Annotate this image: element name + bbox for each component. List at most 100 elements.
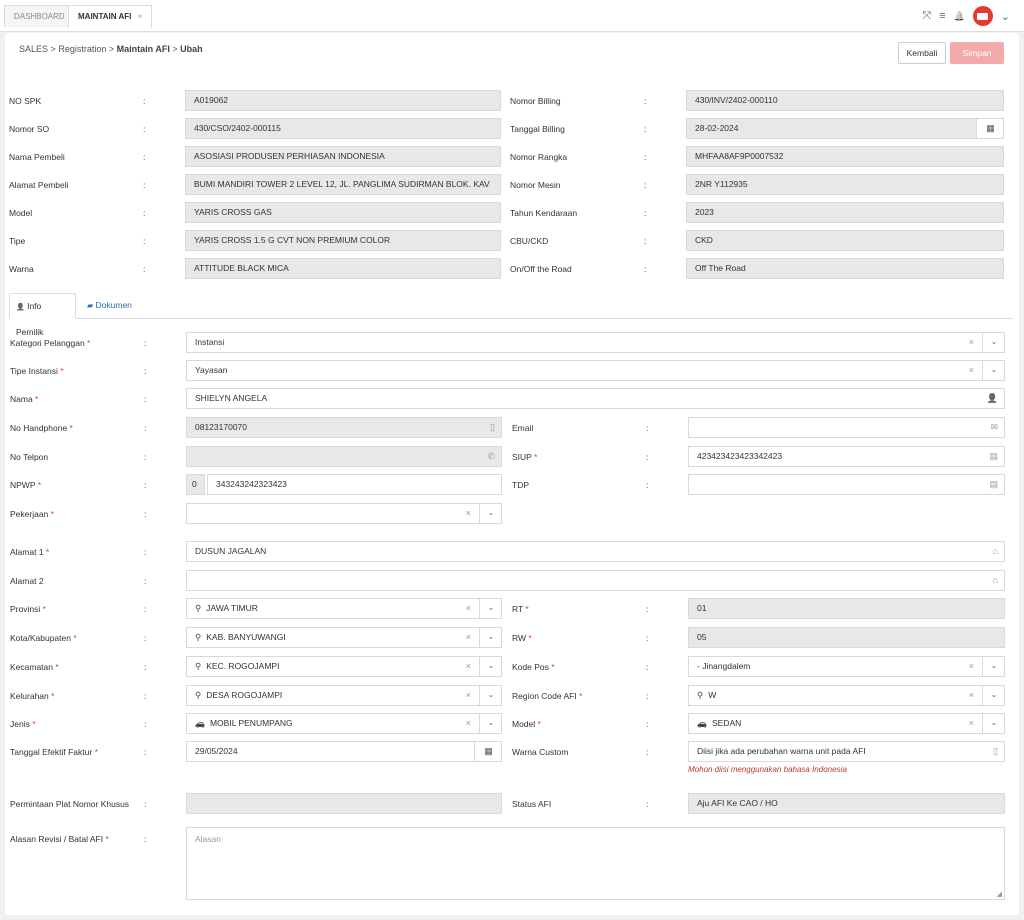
colon: : [144, 338, 147, 348]
clear-icon[interactable]: × [466, 628, 471, 647]
header-left-0-label: NO SPK [9, 96, 42, 106]
alamat2-field[interactable]: ⌂ [186, 570, 1005, 591]
clear-icon[interactable]: × [466, 714, 471, 733]
chevron-down-icon[interactable]: ⌄ [479, 599, 501, 618]
provinsi-label: Provinsi * [10, 604, 46, 614]
top-icons: ⤧ ≡ 🔔 ⌄ [922, 5, 1010, 27]
calendar-icon[interactable]: ▦ [976, 119, 1003, 138]
colon: : [144, 576, 147, 586]
header-right-field-2: MHFAA8AF9P0007532 [686, 146, 1004, 167]
header-left-1-label: Nomor SO [9, 124, 50, 134]
nama-field[interactable]: SHIELYN ANGELA 👤 [186, 388, 1005, 409]
alasan-textarea[interactable]: Alasan ◢ [186, 827, 1005, 900]
required-mark: * [92, 747, 98, 757]
warna-custom-hint: Mohon diisi menggunakan bahasa Indonesia [688, 765, 847, 774]
tipe_instansi-field[interactable]: Yayasan × ⌄ [186, 360, 1005, 381]
alamat2-label: Alamat 2 [10, 576, 44, 586]
colon: : [144, 423, 147, 433]
save-button[interactable]: Simpan [950, 42, 1004, 64]
chevron-down-icon[interactable]: ⌄ [479, 714, 501, 733]
bell-icon[interactable]: 🔔 [954, 11, 965, 22]
chevron-down-icon[interactable]: ⌄ [479, 628, 501, 647]
provinsi-field[interactable]: ⚲ JAWA TIMUR × ⌄ [186, 598, 502, 619]
kecamatan-field[interactable]: ⚲ KEC. ROGOJAMPI × ⌄ [186, 656, 502, 677]
colon: : [143, 96, 146, 106]
email-field[interactable]: ✉ [688, 417, 1005, 438]
colon: : [144, 509, 147, 519]
status-label: Status AFI [512, 799, 552, 809]
chevron-down-icon[interactable]: ⌄ [982, 686, 1004, 705]
colon: : [144, 394, 147, 404]
chevron-down-icon[interactable]: ⌄ [1001, 10, 1010, 23]
model-field[interactable]: 🚗 SEDAN × ⌄ [688, 713, 1005, 734]
breadcrumb-registration[interactable]: Registration [58, 44, 106, 54]
envelope-icon: ✉ [990, 422, 998, 432]
resize-handle-icon[interactable]: ◢ [997, 890, 1002, 898]
colon: : [646, 719, 649, 729]
tdp-field[interactable]: ▤ [688, 474, 1005, 495]
chevron-down-icon[interactable]: ⌄ [479, 686, 501, 705]
handphone-value: 08123170070 [195, 422, 248, 432]
menu-icon[interactable]: ≡ [939, 10, 945, 22]
kategori-field[interactable]: Instansi × ⌄ [186, 332, 1005, 353]
telpon-field: ✆ [186, 446, 502, 467]
breadcrumb-maintain-afi[interactable]: Maintain AFI [117, 44, 170, 54]
rw-label: RW * [512, 633, 532, 643]
jenis-field[interactable]: 🚗 MOBIL PENUMPANG × ⌄ [186, 713, 502, 734]
nama-label: Nama * [10, 394, 39, 404]
colon: : [644, 208, 647, 218]
clear-icon[interactable]: × [969, 714, 974, 733]
chevron-down-icon[interactable]: ⌄ [479, 504, 501, 523]
kelurahan-field[interactable]: ⚲ DESA ROGOJAMPI × ⌄ [186, 685, 502, 706]
alasan-label: Alasan Revisi / Batal AFI * [10, 834, 109, 844]
tab-dashboard[interactable]: DASHBOARD [4, 5, 75, 27]
header-right-4-label: Tahun Kendaraan [510, 208, 578, 218]
clear-icon[interactable]: × [969, 333, 974, 352]
clear-icon[interactable]: × [969, 686, 974, 705]
tab-dokumen[interactable]: ▰ Dokumen [81, 293, 138, 319]
tanggal_faktur-field[interactable]: 29/05/2024 ▦ [186, 741, 502, 762]
calendar-icon[interactable]: ▦ [474, 742, 501, 761]
clear-icon[interactable]: × [969, 361, 974, 380]
chevron-down-icon[interactable]: ⌄ [982, 361, 1004, 380]
tipe_instansi-label: Tipe Instansi * [10, 366, 64, 376]
top-bar: DASHBOARD MAINTAIN AFI × ⤧ ≡ 🔔 ⌄ [0, 0, 1024, 32]
chevron-down-icon[interactable]: ⌄ [982, 333, 1004, 352]
colon: : [646, 480, 649, 490]
folder-icon: ▰ [87, 301, 94, 310]
required-mark: * [29, 719, 36, 729]
header-right-6-label: On/Off the Road [510, 264, 572, 274]
close-tab-icon[interactable]: × [137, 12, 142, 21]
kodepos-field[interactable]: - Jinangdalem × ⌄ [688, 656, 1005, 677]
clear-icon[interactable]: × [466, 599, 471, 618]
header-left-field-0: A019062 [185, 90, 501, 111]
back-button[interactable]: Kembali [898, 42, 946, 64]
header-right-value: 2NR Y112935 [695, 179, 748, 189]
tanggal_faktur-value: 29/05/2024 [195, 746, 238, 756]
avatar[interactable] [972, 6, 993, 26]
clear-icon[interactable]: × [969, 657, 974, 676]
chevron-down-icon[interactable]: ⌄ [479, 657, 501, 676]
alamat1-field[interactable]: DUSUN JAGALAN ⌂ [186, 541, 1005, 562]
clear-icon[interactable]: × [466, 657, 471, 676]
breadcrumb-sales[interactable]: SALES [19, 44, 48, 54]
pekerjaan-field[interactable]: × ⌄ [186, 503, 502, 524]
required-mark: * [535, 719, 541, 729]
model-label: Model * [512, 719, 541, 729]
siup-field[interactable]: 423423423423342423 ▤ [688, 446, 1005, 467]
clear-icon[interactable]: × [466, 504, 471, 523]
npwp-field[interactable]: 343243242323423 [207, 474, 502, 495]
warna_custom-value: Diisi jika ada perubahan warna unit pada… [697, 746, 866, 756]
fullscreen-icon[interactable]: ⤧ [922, 10, 931, 23]
chevron-down-icon[interactable]: ⌄ [982, 657, 1004, 676]
tab-maintain-afi[interactable]: MAINTAIN AFI × [68, 5, 152, 28]
chevron-down-icon[interactable]: ⌄ [982, 714, 1004, 733]
region-field[interactable]: ⚲ W × ⌄ [688, 685, 1005, 706]
warna_custom-field[interactable]: Diisi jika ada perubahan warna unit pada… [688, 741, 1005, 762]
required-mark: * [67, 423, 73, 433]
colon: : [646, 452, 649, 462]
kota-field[interactable]: ⚲ KAB. BANYUWANGI × ⌄ [186, 627, 502, 648]
clear-icon[interactable]: × [466, 686, 471, 705]
header-left-field-3: BUMI MANDIRI TOWER 2 LEVEL 12, JL. PANGL… [185, 174, 501, 195]
tab-info-pemilik[interactable]: 👤 Info Pemilik [9, 293, 76, 337]
